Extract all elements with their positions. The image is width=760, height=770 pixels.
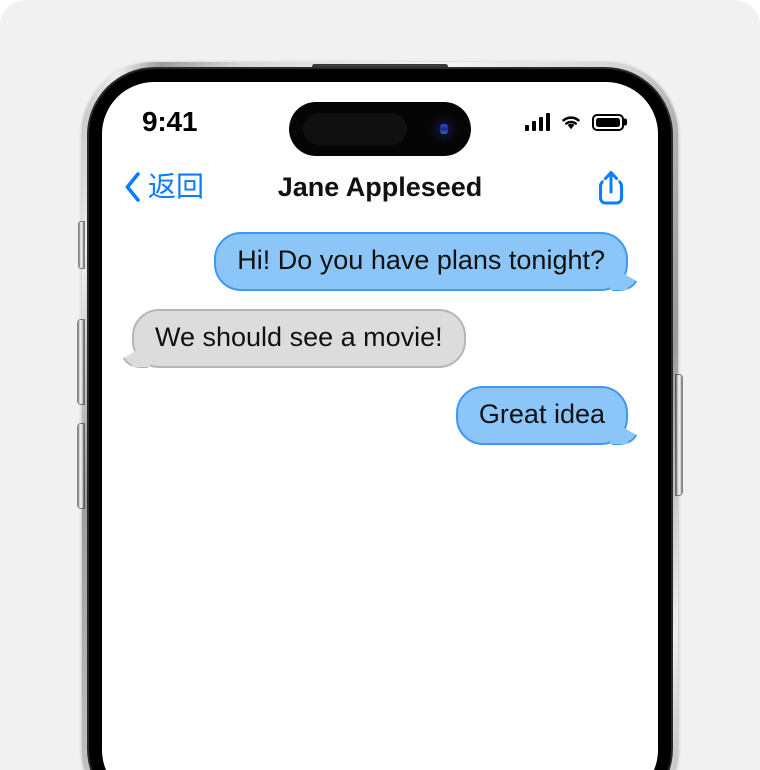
navigation-bar: 返回 Jane Appleseed	[102, 156, 658, 218]
message-text: Great idea	[478, 398, 605, 429]
battery-full-icon	[592, 113, 624, 131]
phone-screen: 9:41 返回 Jane Appleseed Hi! Do you have p…	[102, 82, 658, 770]
status-bar-time: 9:41	[142, 106, 198, 137]
message-text: Hi! Do you have plans tonight?	[237, 245, 605, 275]
dynamic-island[interactable]	[289, 102, 471, 156]
message-bubble-outgoing[interactable]: Great idea	[455, 385, 629, 445]
message-row: Great idea	[126, 385, 634, 445]
side-power-button[interactable]	[676, 375, 682, 495]
ring-silent-switch[interactable]	[79, 222, 84, 268]
status-bar-icons	[524, 113, 624, 131]
message-bubble-outgoing[interactable]: Hi! Do you have plans tonight?	[214, 232, 628, 291]
chevron-left-icon	[125, 172, 140, 202]
message-row: We should see a movie!	[126, 308, 634, 368]
wifi-icon	[562, 116, 580, 130]
message-thread: Hi! Do you have plans tonight? We should…	[102, 218, 658, 770]
volume-up-button[interactable]	[78, 320, 84, 404]
dynamic-island-pill	[303, 113, 407, 145]
signal-bars-icon	[524, 113, 550, 131]
message-row: Hi! Do you have plans tonight?	[126, 232, 634, 291]
front-camera-icon	[430, 115, 458, 143]
message-text: We should see a movie!	[155, 321, 443, 352]
message-bubble-incoming[interactable]: We should see a movie!	[132, 308, 466, 368]
back-button[interactable]: 返回	[124, 172, 204, 202]
volume-down-button[interactable]	[78, 424, 84, 508]
iphone-device: 9:41 返回 Jane Appleseed Hi! Do you have p…	[78, 62, 682, 770]
screenshot-canvas: 9:41 返回 Jane Appleseed Hi! Do you have p…	[0, 0, 760, 770]
share-button[interactable]	[594, 167, 628, 207]
back-button-label: 返回	[148, 171, 205, 202]
